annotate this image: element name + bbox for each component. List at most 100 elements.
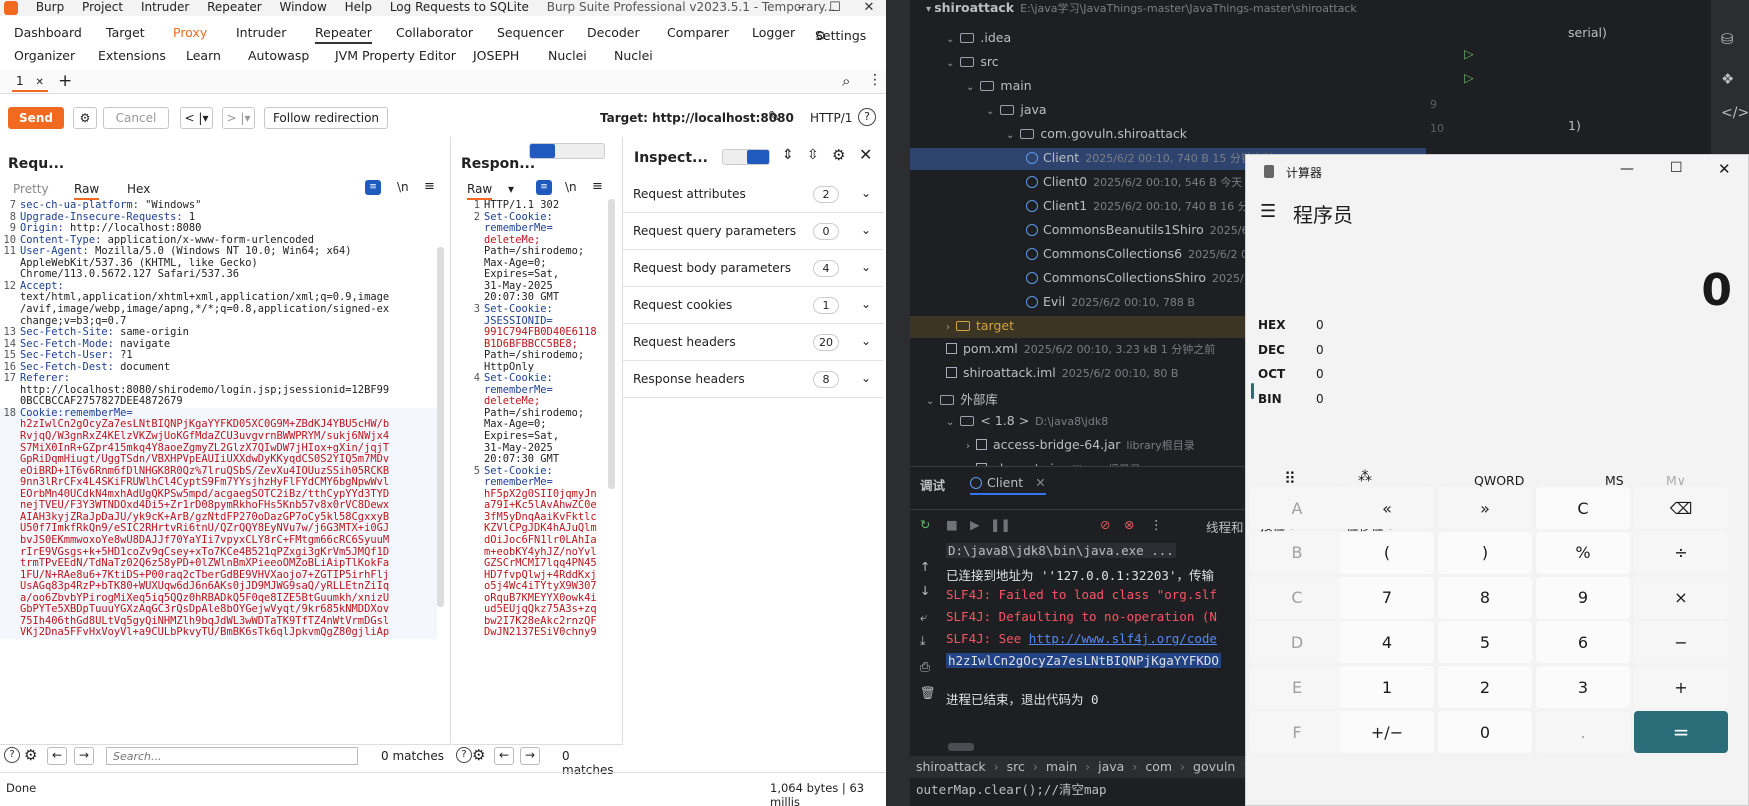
rerun-icon[interactable]: ↻: [920, 517, 930, 532]
up-arrow-icon[interactable]: ↑: [920, 559, 930, 574]
mute-breakpoints-icon[interactable]: ⊗: [1124, 517, 1134, 532]
minimize-icon[interactable]: —: [1620, 161, 1634, 177]
newline-toggle[interactable]: \n: [397, 180, 409, 194]
tab-sequencer[interactable]: Sequencer: [497, 25, 564, 40]
inspector-section[interactable]: Request body parameters 4 ⌄: [623, 250, 883, 287]
calc-key[interactable]: 4: [1340, 621, 1434, 664]
close-icon[interactable]: ✕: [859, 145, 872, 164]
chevron-down-icon[interactable]: ⌄: [946, 417, 954, 428]
tab-joseph[interactable]: JOSEPH: [473, 48, 519, 63]
calc-key[interactable]: +/−: [1340, 711, 1434, 753]
help-icon[interactable]: ?: [456, 747, 472, 763]
database-icon[interactable]: ⛁: [1721, 30, 1734, 48]
search-icon[interactable]: ⌕: [842, 72, 850, 90]
calc-key[interactable]: 5: [1438, 621, 1532, 664]
search-input[interactable]: [106, 747, 358, 765]
tree-item[interactable]: ⌄ main: [910, 76, 1426, 98]
chevron-down-icon[interactable]: ⌄: [861, 334, 871, 348]
inspector-section[interactable]: Response headers 8 ⌄: [623, 361, 883, 398]
tab-collaborator[interactable]: Collaborator: [396, 25, 473, 40]
calc-key[interactable]: ÷: [1634, 531, 1728, 574]
inspector-section[interactable]: Request attributes 2 ⌄: [623, 176, 883, 213]
base-row-hex[interactable]: HEX 0: [1258, 318, 1324, 332]
breakpoints-icon[interactable]: ⊘: [1100, 517, 1110, 532]
tab-organizer[interactable]: Organizer: [14, 48, 75, 63]
calc-key[interactable]: 0: [1438, 711, 1532, 753]
base-row-dec[interactable]: DEC 0: [1258, 343, 1324, 357]
calc-key[interactable]: «: [1340, 487, 1434, 529]
stop-icon[interactable]: ■: [946, 517, 958, 532]
memory-view-button[interactable]: M∨: [1666, 473, 1686, 488]
tab-comparer[interactable]: Comparer: [667, 25, 729, 40]
menu-help[interactable]: Help: [345, 0, 372, 14]
calc-key[interactable]: »: [1438, 487, 1532, 529]
memory-store-button[interactable]: MS: [1605, 473, 1624, 488]
add-tab-icon[interactable]: +: [58, 71, 72, 91]
chevron-down-icon[interactable]: ⌄: [926, 396, 934, 407]
inspector-layout-toggle[interactable]: [722, 149, 770, 165]
tab-proxy[interactable]: Proxy: [173, 25, 207, 40]
tab-intruder[interactable]: Intruder: [236, 25, 286, 40]
tab-nuclei-2[interactable]: Nuclei: [614, 48, 653, 63]
maximize-icon[interactable]: ☐: [1670, 160, 1683, 176]
tree-item[interactable]: ⌄ src: [910, 52, 1426, 74]
close-icon[interactable]: ✕: [1035, 475, 1045, 490]
tab-target[interactable]: Target: [106, 25, 145, 40]
down-arrow-icon[interactable]: ↓: [920, 583, 930, 598]
chevron-down-icon[interactable]: ⌄: [861, 260, 871, 274]
minimize-icon[interactable]: –: [784, 0, 818, 15]
close-icon[interactable]: ✕: [1718, 160, 1731, 178]
tab-logger[interactable]: Logger: [752, 25, 795, 40]
calc-key[interactable]: 7: [1340, 576, 1434, 619]
hamburger-menu-icon[interactable]: ☰: [1260, 201, 1276, 222]
tree-item[interactable]: ⌄ .idea: [910, 28, 1426, 50]
chevron-down-icon[interactable]: ⌄: [966, 82, 974, 93]
response-editor[interactable]: 1 HTTP/1.1 302 2 Set-Cookie: rememberMe= dele…: [464, 200, 609, 740]
tab-decoder[interactable]: Decoder: [587, 25, 640, 40]
tab-learn[interactable]: Learn: [186, 48, 221, 63]
menu-repeater[interactable]: Repeater: [207, 0, 262, 14]
code-icon[interactable]: </>: [1721, 105, 1749, 121]
chevron-down-icon[interactable]: ⌄: [986, 106, 994, 117]
calc-key[interactable]: 6: [1536, 621, 1630, 664]
calc-key[interactable]: D: [1250, 621, 1344, 664]
menu-intruder[interactable]: Intruder: [141, 0, 189, 14]
prev-request-button[interactable]: < |▾: [180, 107, 213, 129]
request-scrollbar[interactable]: [437, 247, 444, 607]
menu-log-requests[interactable]: Log Requests to SQLite: [390, 0, 529, 14]
gear-icon[interactable]: ⚙: [24, 746, 37, 764]
word-size-button[interactable]: QWORD: [1474, 473, 1524, 488]
scroll-end-icon[interactable]: ⤓: [920, 633, 926, 649]
cancel-button[interactable]: Cancel: [103, 107, 169, 129]
calc-key[interactable]: (: [1340, 531, 1434, 574]
format-icon[interactable]: ≡: [365, 180, 381, 195]
chevron-down-icon[interactable]: ⌄: [861, 186, 871, 200]
print-icon[interactable]: ⎙: [920, 659, 930, 675]
help-icon[interactable]: ?: [858, 108, 876, 126]
send-button[interactable]: Send: [8, 107, 64, 129]
calc-key[interactable]: ×: [1634, 576, 1728, 619]
tab-nuclei-1[interactable]: Nuclei: [548, 48, 587, 63]
chevron-down-icon[interactable]: ⌄: [861, 371, 871, 385]
keypad-icon[interactable]: ⠿: [1284, 469, 1296, 488]
request-tab-hex[interactable]: Hex: [127, 182, 150, 196]
base-row-oct[interactable]: OCT 0: [1258, 367, 1324, 381]
calc-key[interactable]: B: [1250, 531, 1344, 574]
calc-key[interactable]: 9: [1536, 576, 1630, 619]
console-scrollbar[interactable]: [948, 743, 974, 751]
breadcrumb-item[interactable]: com: [1145, 759, 1172, 774]
tab-jvm-property-editor[interactable]: JVM Property Editor: [335, 48, 456, 63]
plugin-icon[interactable]: ❖: [1721, 70, 1734, 88]
close-tab-icon[interactable]: ✕: [35, 77, 43, 88]
format-icon[interactable]: ≡: [536, 180, 552, 195]
calc-key[interactable]: ): [1438, 531, 1532, 574]
repeater-tab-1[interactable]: 1 ✕: [12, 74, 48, 92]
tab-extensions[interactable]: Extensions: [98, 48, 166, 63]
base-row-bin[interactable]: BIN 0: [1258, 392, 1324, 406]
response-scrollbar[interactable]: [608, 199, 615, 489]
tab-repeater[interactable]: Repeater: [315, 25, 372, 44]
calc-key[interactable]: %: [1536, 531, 1630, 574]
chevron-right-icon[interactable]: ›: [966, 441, 970, 452]
search-next-button[interactable]: →: [74, 747, 94, 765]
request-tab-pretty[interactable]: Pretty: [13, 182, 49, 196]
